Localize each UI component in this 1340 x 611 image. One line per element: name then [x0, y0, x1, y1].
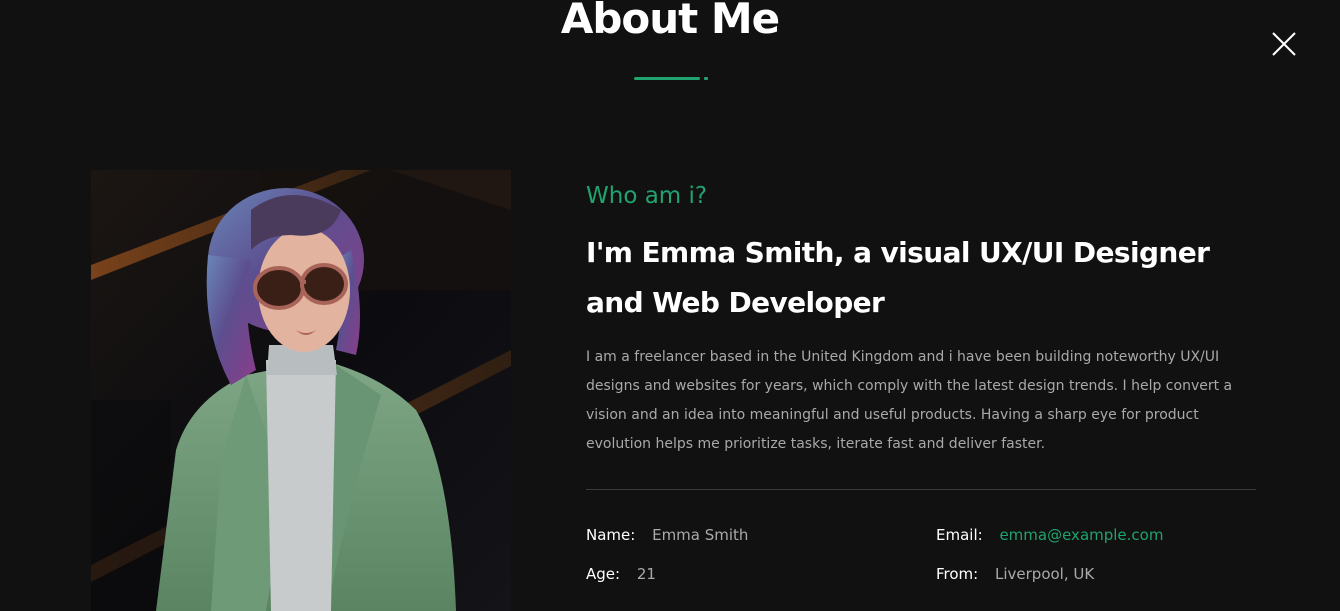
content-divider — [586, 489, 1256, 490]
info-age: Age: 21 — [586, 564, 656, 584]
info-name-label: Name: — [586, 526, 636, 544]
info-age-value: 21 — [636, 565, 656, 583]
email-link[interactable]: emma@example.com — [999, 526, 1163, 544]
info-email-label: Email: — [936, 526, 983, 544]
info-email: Email: emma@example.com — [936, 525, 1163, 545]
profile-photo — [91, 170, 511, 611]
title-underline — [634, 77, 700, 80]
info-age-label: Age: — [586, 565, 621, 583]
info-name: Name: Emma Smith — [586, 525, 748, 545]
title-underline-dot — [704, 77, 708, 80]
section-title: About Me — [560, 0, 780, 43]
profile-headline: I'm Emma Smith, a visual UX/UI Designer … — [586, 236, 1210, 319]
info-from-value: Liverpool, UK — [995, 565, 1095, 583]
info-from-label: From: — [936, 565, 979, 583]
profile-photo-illustration — [91, 170, 511, 611]
info-from: From: Liverpool, UK — [936, 564, 1094, 584]
profile-bio: I am a freelancer based in the United Ki… — [586, 349, 1233, 452]
who-am-i-kicker: Who am i? — [586, 183, 708, 209]
info-name-value: Emma Smith — [652, 526, 749, 544]
close-button[interactable] — [1270, 30, 1298, 58]
close-icon — [1272, 32, 1296, 56]
about-me-modal: About Me Who am i? I'm Emma Smith, a vis… — [0, 0, 1340, 611]
